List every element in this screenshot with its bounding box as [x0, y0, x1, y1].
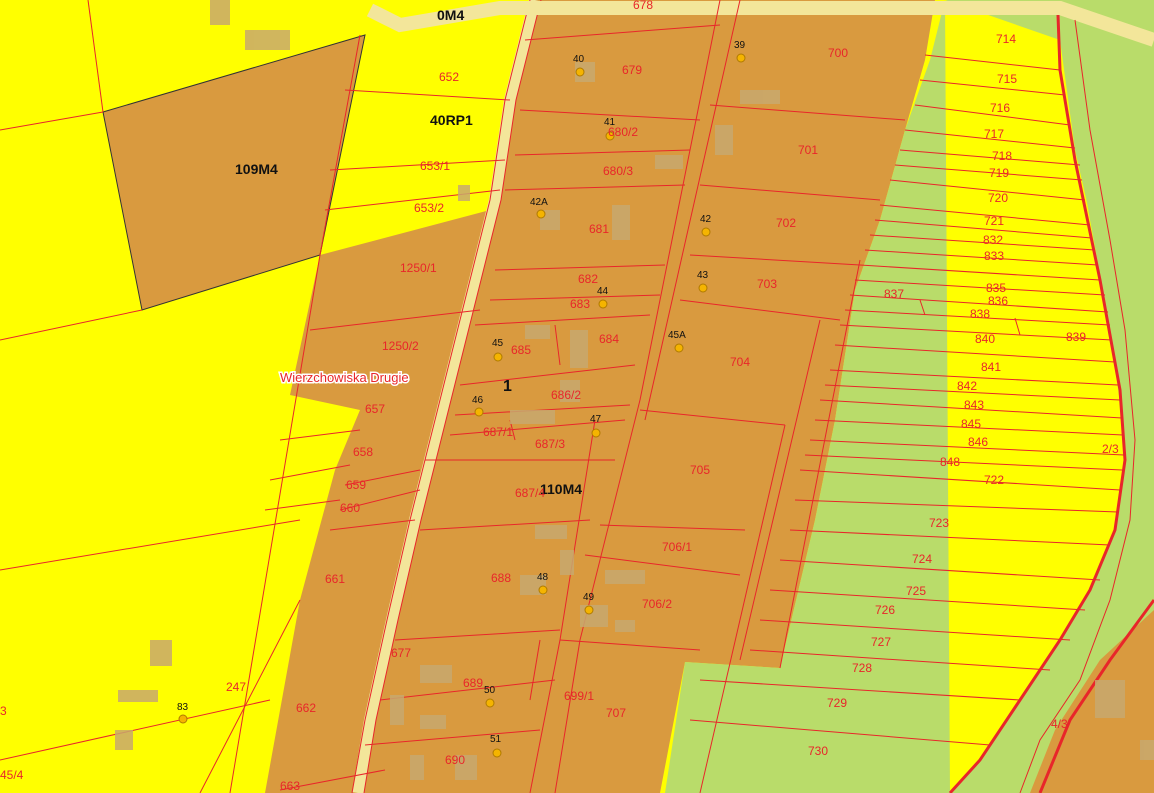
parcel-label: 684: [599, 332, 619, 346]
parcel-label: 725: [906, 584, 926, 598]
parcel-label: 723: [929, 516, 949, 530]
parcel-label: 835: [986, 281, 1006, 295]
parcel-label: 686/2: [551, 388, 581, 402]
address-label: 40: [573, 54, 585, 65]
parcel-label: 680/3: [603, 164, 633, 178]
parcel-label: 842: [957, 379, 977, 393]
parcel-label: 3: [0, 704, 7, 718]
parcel-label: 2/3: [1102, 442, 1119, 456]
parcel-label: 706/1: [662, 540, 692, 554]
parcel-label: 687/1: [483, 425, 513, 439]
parcel-label: 701: [798, 143, 818, 157]
address-label: 51: [490, 734, 502, 745]
zone-label-40RP1: 40RP1: [430, 112, 473, 128]
parcel-label: 724: [912, 552, 932, 566]
zone-label-109M4: 109M4: [235, 161, 278, 177]
parcel-label: 728: [852, 661, 872, 675]
parcel-label: 659: [346, 478, 366, 492]
parcel-label: 247: [226, 680, 246, 694]
parcel-label: 836: [988, 294, 1008, 308]
parcel-label: 690: [445, 753, 465, 767]
address-label: 49: [583, 592, 595, 603]
zone-label-0M4: 0M4: [437, 7, 464, 23]
parcel-label: 727: [871, 635, 891, 649]
address-label: 42: [700, 214, 712, 225]
parcel-label: 677: [391, 646, 411, 660]
parcel-label: 661: [325, 572, 345, 586]
parcel-label: 658: [353, 445, 373, 459]
parcel-label: 660: [340, 501, 360, 515]
address-label: 39: [734, 40, 746, 51]
parcel-label: 718: [992, 149, 1012, 163]
address-label: 83: [177, 702, 189, 713]
parcel-label: 706/2: [642, 597, 672, 611]
parcel-label: 682: [578, 272, 598, 286]
parcel-label: 843: [964, 398, 984, 412]
parcel-label: 729: [827, 696, 847, 710]
address-label: 50: [484, 685, 496, 696]
parcel-label: 839: [1066, 330, 1086, 344]
parcel-label: 657: [365, 402, 385, 416]
address-label: 46: [472, 395, 484, 406]
parcel-label: 685: [511, 343, 531, 357]
parcel-label: 721: [984, 214, 1004, 228]
address-label: 42A: [530, 197, 548, 208]
parcel-label: 832: [983, 233, 1003, 247]
parcel-label: 845: [961, 417, 981, 431]
parcel-label: 45/4: [0, 768, 24, 782]
parcel-label: 652: [439, 70, 459, 84]
parcel-label: 846: [968, 435, 988, 449]
parcel-label: 662: [296, 701, 316, 715]
parcel-label: 679: [622, 63, 642, 77]
parcel-label: 653/2: [414, 201, 444, 215]
parcel-label: 717: [984, 127, 1004, 141]
place-name-label: Wierzchowiska Drugie: [280, 370, 409, 385]
parcel-label: 663: [280, 779, 300, 793]
parcel-label: 837: [884, 287, 904, 301]
parcel-label: 1250/1: [400, 261, 437, 275]
address-label: 47: [590, 414, 602, 425]
parcel-label: 848: [940, 455, 960, 469]
address-label: 44: [597, 286, 609, 297]
parcel-label: 689: [463, 676, 483, 690]
map-canvas: 109M4 40RP1 110M4 0M4 1 Wierzchowiska Dr…: [0, 0, 1154, 793]
parcel-label: 703: [757, 277, 777, 291]
parcel-label: 687/3: [535, 437, 565, 451]
road-label: 1: [503, 378, 512, 395]
parcel-label: 653/1: [420, 159, 450, 173]
parcel-label: 722: [984, 473, 1004, 487]
parcel-label: 715: [997, 72, 1017, 86]
parcel-label: 683: [570, 297, 590, 311]
parcel-label: 707: [606, 706, 626, 720]
parcel-label: 699/1: [564, 689, 594, 703]
parcel-label: 688: [491, 571, 511, 585]
parcel-label: 720: [988, 191, 1008, 205]
address-label: 45A: [668, 330, 686, 341]
parcel-label: 840: [975, 332, 995, 346]
address-label: 45: [492, 338, 504, 349]
cadastral-map[interactable]: 109M4 40RP1 110M4 0M4 1 Wierzchowiska Dr…: [0, 0, 1154, 793]
parcel-label: 716: [990, 101, 1010, 115]
parcel-label: 678: [633, 0, 653, 12]
parcel-label: 838: [970, 307, 990, 321]
parcel-label: 1250/2: [382, 339, 419, 353]
zone-label-110M4: 110M4: [540, 481, 582, 497]
parcel-label: 730: [808, 744, 828, 758]
address-label: 41: [604, 117, 616, 128]
address-label: 43: [697, 270, 709, 281]
parcel-label: 726: [875, 603, 895, 617]
parcel-label: 705: [690, 463, 710, 477]
parcel-label: 704: [730, 355, 750, 369]
parcel-label: 841: [981, 360, 1001, 374]
parcel-label: 687/4: [515, 486, 545, 500]
parcel-label: 681: [589, 222, 609, 236]
parcel-label: 4/3: [1051, 717, 1068, 731]
parcel-label: 714: [996, 32, 1016, 46]
parcel-label: 719: [989, 166, 1009, 180]
parcel-label: 702: [776, 216, 796, 230]
parcel-label: 700: [828, 46, 848, 60]
parcel-label: 833: [984, 249, 1004, 263]
address-label: 48: [537, 572, 549, 583]
